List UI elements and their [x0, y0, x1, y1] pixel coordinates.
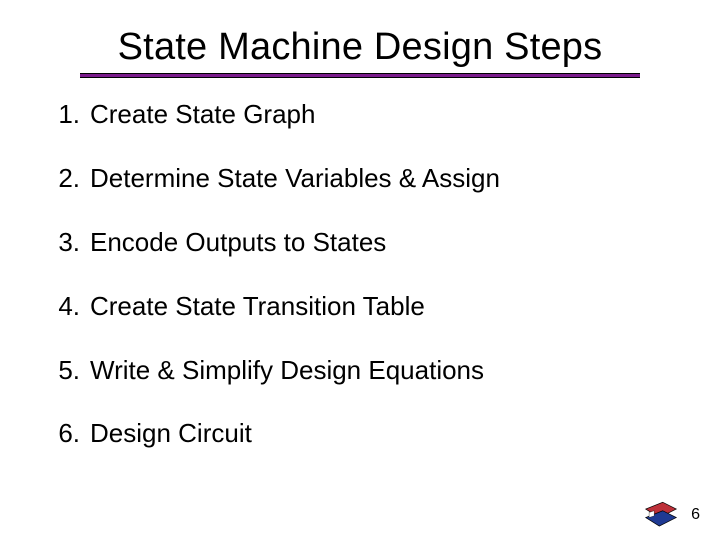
page-number: 6 [691, 506, 700, 524]
list-item-number: 2. [46, 164, 90, 194]
list-item: 2. Determine State Variables & Assign [46, 164, 680, 194]
list-item-text: Write & Simplify Design Equations [90, 356, 484, 386]
list-item-number: 6. [46, 419, 90, 449]
list-item: 5. Write & Simplify Design Equations [46, 356, 680, 386]
list-item-number: 3. [46, 228, 90, 258]
list-item-text: Encode Outputs to States [90, 228, 386, 258]
steps-list: 1. Create State Graph 2. Determine State… [46, 100, 680, 449]
list-item-number: 5. [46, 356, 90, 386]
title-underline [80, 73, 640, 78]
list-item: 6. Design Circuit [46, 419, 680, 449]
list-item: 1. Create State Graph [46, 100, 680, 130]
slide-title: State Machine Design Steps [118, 26, 603, 69]
list-item-text: Create State Graph [90, 100, 315, 130]
title-wrap: State Machine Design Steps [40, 26, 680, 69]
list-item-text: Determine State Variables & Assign [90, 164, 500, 194]
list-item: 3. Encode Outputs to States [46, 228, 680, 258]
list-item: 4. Create State Transition Table [46, 292, 680, 322]
list-item-number: 4. [46, 292, 90, 322]
slide: State Machine Design Steps 1. Create Sta… [0, 0, 720, 540]
list-item-number: 1. [46, 100, 90, 130]
title-underline-bar [80, 73, 640, 78]
list-item-text: Design Circuit [90, 419, 252, 449]
flag-icon [644, 500, 678, 530]
list-item-text: Create State Transition Table [90, 292, 425, 322]
